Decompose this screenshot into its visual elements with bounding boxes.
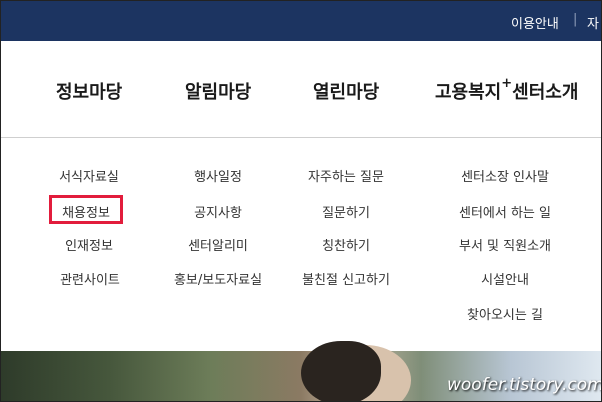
- nav-center-intro-prefix: 고용복지: [435, 82, 502, 103]
- submenu-item[interactable]: 센터알리미: [188, 235, 248, 254]
- submenu-item[interactable]: 행사일정: [194, 166, 242, 185]
- submenu-item[interactable]: 불친절 신고하기: [302, 269, 390, 288]
- submenu-panel: 서식자료실 채용정보 인재정보 관련사이트 행사일정 공지사항 센터알리미 홍보…: [1, 138, 601, 351]
- submenu-item[interactable]: 관련사이트: [60, 269, 120, 288]
- top-utility-bar: 이용안내 | 자: [1, 1, 601, 41]
- watermark: woofer.tistory.com: [447, 375, 602, 395]
- topbar-separator: |: [573, 12, 578, 27]
- submenu-item[interactable]: 서식자료실: [59, 166, 119, 185]
- submenu-item[interactable]: 홍보/보도자료실: [174, 269, 262, 288]
- nav-info[interactable]: 정보마당: [56, 78, 122, 104]
- page-frame: 이용안내 | 자 정보마당 알림마당 열린마당 고용복지+센터소개 서식자료실 …: [0, 0, 602, 402]
- topbar-link-partial[interactable]: 자: [587, 13, 599, 32]
- submenu-item[interactable]: 부서 및 직원소개: [459, 235, 551, 254]
- submenu-item[interactable]: 칭찬하기: [322, 235, 370, 254]
- submenu-item[interactable]: 공지사항: [194, 202, 242, 221]
- submenu-item[interactable]: 센터에서 하는 일: [459, 202, 551, 221]
- submenu-item[interactable]: 자주하는 질문: [308, 166, 384, 185]
- main-navigation: 정보마당 알림마당 열린마당 고용복지+센터소개: [1, 41, 601, 138]
- submenu-item[interactable]: 인재정보: [65, 235, 113, 254]
- nav-notice[interactable]: 알림마당: [185, 78, 251, 104]
- submenu-item[interactable]: 센터소장 인사말: [461, 166, 549, 185]
- submenu-item[interactable]: 찾아오시는 길: [467, 304, 543, 323]
- nav-center-intro-plus: +: [501, 76, 513, 91]
- submenu-item[interactable]: 질문하기: [322, 202, 370, 221]
- nav-open[interactable]: 열린마당: [313, 78, 379, 104]
- hero-photo-hair: [301, 341, 381, 401]
- submenu-item[interactable]: 시설안내: [481, 269, 529, 288]
- usage-guide-link[interactable]: 이용안내: [511, 13, 559, 32]
- nav-center-intro-suffix: 센터소개: [512, 82, 579, 103]
- nav-center-intro[interactable]: 고용복지+센터소개: [435, 76, 579, 104]
- highlight-box: [49, 195, 123, 224]
